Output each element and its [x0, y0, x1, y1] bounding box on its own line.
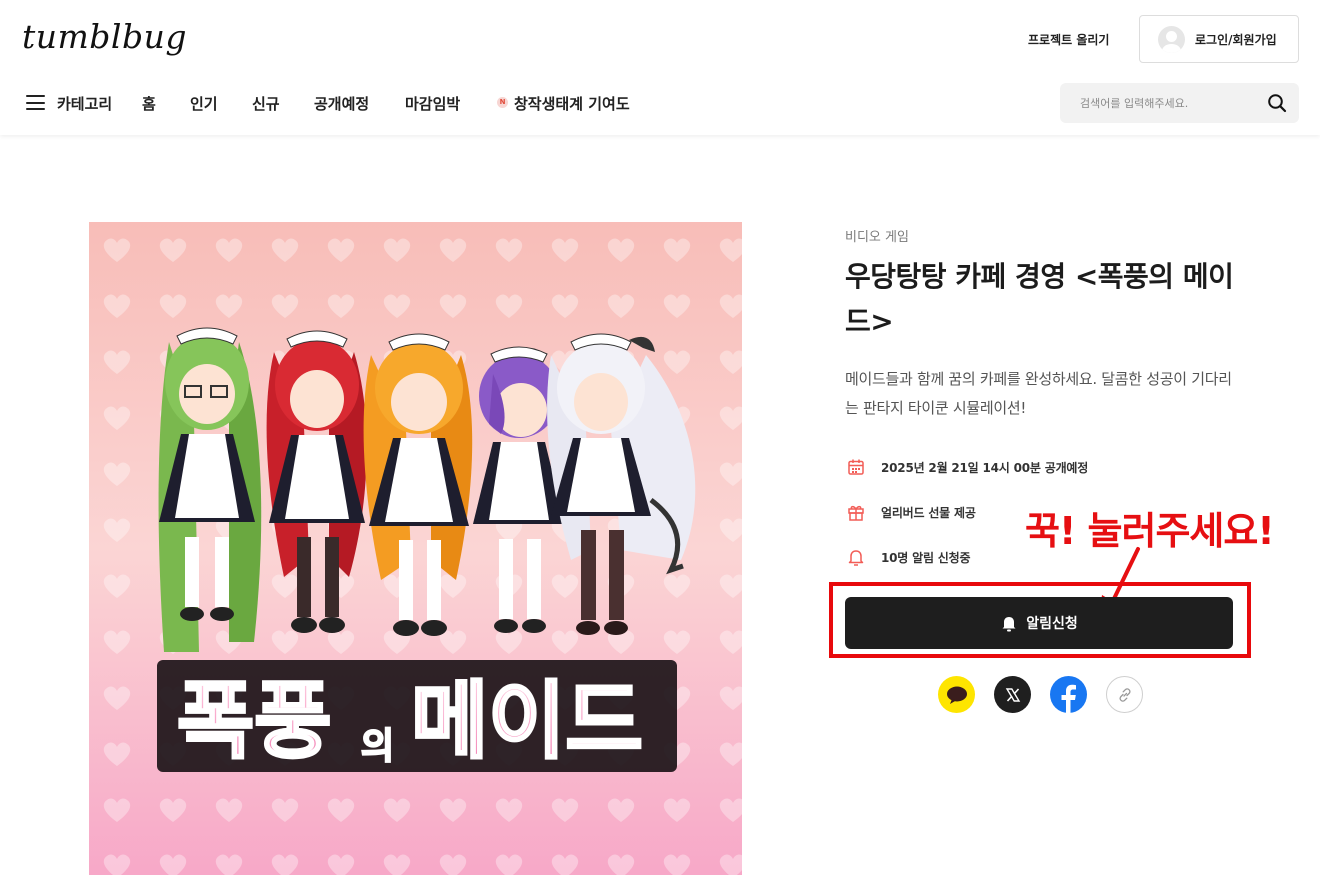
launch-date-row: 2025년 2월 21일 14시 00분 공개예정: [847, 458, 1088, 476]
calendar-icon: [848, 459, 864, 475]
svg-text:의: 의: [361, 726, 394, 767]
project-description: 메이드들과 함께 꿈의 카페를 완성하세요. 달콤한 성공이 기다리는 판타지 …: [845, 370, 1232, 417]
login-label: 로그인/회원가입: [1195, 32, 1277, 47]
menu-icon[interactable]: [26, 95, 45, 110]
alerts-row: 10명 알림 신청중: [847, 548, 970, 566]
nav-closing-soon[interactable]: 마감임박: [405, 93, 460, 114]
nav-ecosystem-label: 창작생태계 기여도: [514, 95, 630, 113]
nav-upcoming[interactable]: 공개예정: [314, 93, 369, 114]
game-logo: 폭풍 의 메이드: [157, 660, 677, 772]
launch-date-text: 2025년 2월 21일 14시 00분 공개예정: [881, 460, 1089, 475]
project-title: 우당탕탕 카페 경영 <폭풍의 메이드>: [845, 260, 1234, 338]
copy-link-button[interactable]: [1106, 676, 1143, 713]
new-badge: N: [497, 97, 508, 108]
gift-text: 얼리버드 선물 제공: [881, 505, 976, 520]
share-buttons: [938, 676, 1143, 713]
login-button[interactable]: 로그인/회원가입: [1139, 15, 1299, 63]
project-thumbnail: 폭풍 의 메이드: [89, 222, 742, 875]
nav-home[interactable]: 홈: [142, 93, 156, 114]
svg-text:폭풍: 폭풍: [177, 672, 332, 770]
annotation-highlight-box: [829, 582, 1251, 658]
x-share-button[interactable]: [994, 676, 1031, 713]
link-icon: [1118, 687, 1131, 702]
x-icon: [1005, 687, 1020, 702]
project-upload-link[interactable]: 프로젝트 올리기: [1028, 31, 1109, 48]
kakao-icon: [946, 686, 967, 704]
kakao-share-button[interactable]: [938, 676, 975, 713]
avatar-icon: [1158, 25, 1185, 53]
bell-icon: [848, 550, 864, 566]
nav-popular[interactable]: 인기: [190, 93, 218, 114]
facebook-icon: [1061, 684, 1076, 713]
search-input[interactable]: [1080, 94, 1260, 112]
project-category[interactable]: 비디오 게임: [845, 226, 909, 245]
nav-category[interactable]: 카테고리: [57, 93, 112, 114]
search-box: [1060, 83, 1299, 123]
facebook-share-button[interactable]: [1050, 676, 1087, 713]
tumblbug-logo[interactable]: tumblbug: [22, 17, 187, 56]
svg-text:메이드: 메이드: [411, 672, 643, 770]
alerts-text: 10명 알림 신청중: [881, 550, 971, 565]
main-nav: 카테고리 홈 인기 신규 공개예정 마감임박 N 창작생태계 기여도: [0, 83, 1050, 123]
nav-ecosystem[interactable]: N 창작생태계 기여도: [497, 93, 630, 114]
gift-row: 얼리버드 선물 제공: [847, 503, 976, 521]
nav-new[interactable]: 신규: [252, 93, 280, 114]
search-icon[interactable]: [1267, 93, 1287, 113]
gift-icon: [848, 505, 864, 521]
site-header: tumblbug 프로젝트 올리기 로그인/회원가입 카테고리 홈 인기 신규 …: [0, 0, 1320, 135]
